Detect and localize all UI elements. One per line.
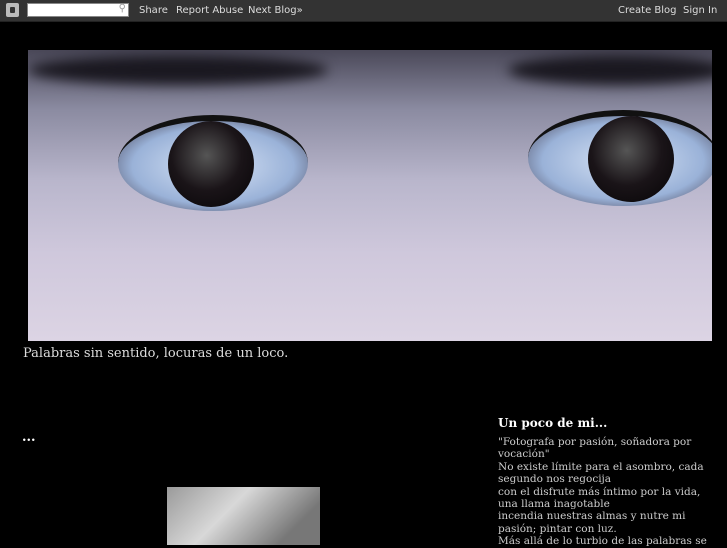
blogger-navbar: ⚲ Share Report Abuse Next Blog» Create B… <box>0 0 727 22</box>
widget-title: Un poco de mi... <box>498 416 608 430</box>
next-blog-link[interactable]: Next Blog» <box>248 5 303 16</box>
widget-line: incendia nuestras almas y nutre mi pasió… <box>498 510 686 535</box>
widget-line: No existe límite para el asombro, cada s… <box>498 460 704 486</box>
share-link[interactable]: Share <box>139 5 168 16</box>
blogger-logo-icon[interactable] <box>6 3 19 17</box>
widget-line: con el disfrute más íntimo por la vida, … <box>498 485 701 511</box>
sign-in-link[interactable]: Sign In <box>683 5 717 16</box>
widget-line: Más allá de lo turbio de las palabras se <box>498 535 707 548</box>
sidebar-profile-widget: Un poco de mi... "Fotografa por pasión, … <box>498 416 713 548</box>
widget-line: "Fotografa por pasión, soñadora por voca… <box>498 436 692 461</box>
post-title[interactable]: ... <box>22 430 36 445</box>
report-abuse-link[interactable]: Report Abuse <box>176 5 243 16</box>
blog-description: Palabras sin sentido, locuras de un loco… <box>23 346 289 361</box>
eyebrow-right <box>508 55 712 85</box>
header-image[interactable] <box>28 50 712 341</box>
post-image[interactable] <box>167 487 320 545</box>
eyebrow-left <box>28 55 328 85</box>
create-blog-link[interactable]: Create Blog <box>618 5 677 16</box>
search-icon[interactable]: ⚲ <box>119 3 126 14</box>
eye-right <box>528 110 712 206</box>
search-input[interactable]: ⚲ <box>27 3 129 17</box>
eye-left <box>118 115 308 211</box>
